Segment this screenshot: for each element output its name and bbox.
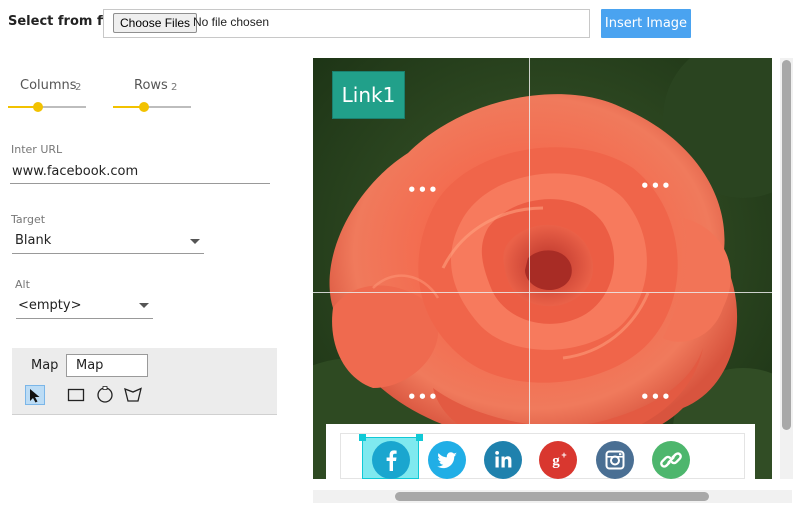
vertical-scrollbar-thumb[interactable] [782, 60, 791, 430]
columns-value: 2 [75, 82, 82, 93]
grid-line-vertical[interactable] [529, 58, 530, 479]
horizontal-scrollbar-thumb[interactable] [395, 492, 709, 501]
grid-line-horizontal[interactable] [313, 292, 772, 293]
svg-text:g: g [552, 453, 560, 469]
resize-handle[interactable] [359, 434, 366, 441]
target-underline [12, 253, 204, 254]
cell-menu-icon[interactable]: ••• [640, 390, 672, 405]
instagram-icon[interactable] [596, 441, 634, 479]
url-underline [10, 183, 270, 184]
facebook-icon[interactable] [372, 441, 410, 479]
linkedin-icon[interactable] [484, 441, 522, 479]
rows-value: 2 [171, 82, 178, 93]
alt-label: Alt [15, 278, 30, 291]
cell-menu-icon[interactable]: ••• [407, 390, 439, 405]
insert-image-button[interactable]: Insert Image [601, 9, 691, 38]
columns-label: Columns [20, 78, 77, 93]
chevron-down-icon[interactable] [139, 303, 149, 308]
map-label: Map [31, 358, 59, 373]
pointer-icon[interactable] [25, 385, 45, 405]
rows-slider-thumb[interactable] [139, 102, 149, 112]
rows-label: Rows [134, 78, 168, 93]
rose-image [313, 58, 772, 479]
twitter-icon[interactable] [428, 441, 466, 479]
target-label: Target [11, 213, 46, 226]
url-label: Inter URL [11, 143, 63, 156]
columns-slider-thumb[interactable] [33, 102, 43, 112]
link1-badge[interactable]: Link1 [332, 71, 405, 119]
link-icon[interactable] [652, 441, 690, 479]
rectangle-icon[interactable] [66, 385, 86, 405]
chevron-down-icon[interactable] [190, 239, 200, 244]
resize-handle[interactable] [416, 434, 423, 441]
circle-icon[interactable] [95, 385, 115, 405]
target-select[interactable]: Blank [15, 233, 51, 248]
file-status-text: No file chosen [193, 15, 270, 29]
polygon-icon[interactable] [123, 385, 143, 405]
alt-underline [16, 318, 153, 319]
alt-select[interactable]: <empty> [18, 298, 82, 313]
url-input[interactable]: www.facebook.com [12, 164, 138, 179]
choose-files-button[interactable]: Choose Files [113, 13, 198, 33]
map-name-input[interactable]: Map [66, 354, 148, 377]
image-canvas[interactable] [313, 58, 772, 479]
google-plus-icon[interactable]: g + [539, 441, 577, 479]
svg-text:+: + [561, 450, 566, 460]
cell-menu-icon[interactable]: ••• [640, 179, 672, 194]
cell-menu-icon[interactable]: ••• [407, 183, 439, 198]
